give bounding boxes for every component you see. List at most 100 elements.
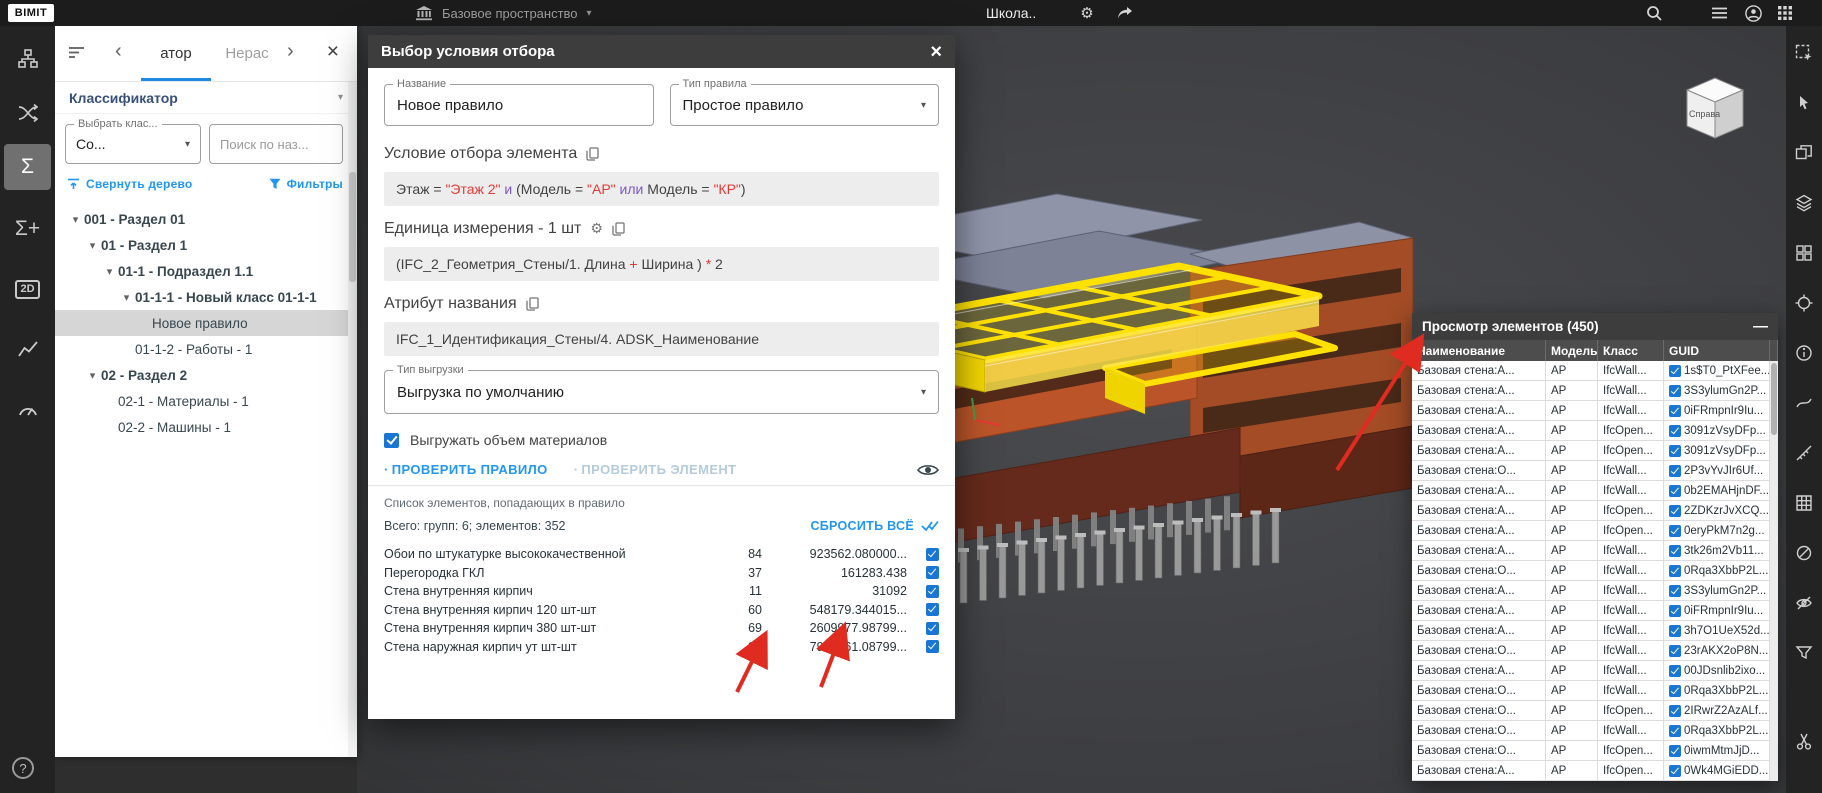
windows-overlap-icon[interactable]: [1789, 138, 1819, 168]
elements-table-row[interactable]: Базовая стена:А...АРIfcOpen...3091zVsyDF…: [1412, 441, 1770, 461]
copy-icon[interactable]: [586, 147, 599, 161]
elements-table-row[interactable]: Базовая стена:О...АРIfcOpen...2IRwrZ2AzA…: [1412, 701, 1770, 721]
rule-type-select[interactable]: Тип правила Простое правило ▾: [670, 84, 940, 126]
row-checkbox-checked[interactable]: [926, 566, 939, 579]
column-guid[interactable]: GUID: [1664, 340, 1770, 361]
elements-table-row[interactable]: Базовая стена:А...АРIfcOpen...0eryPkM7n2…: [1412, 521, 1770, 541]
check-rule-button[interactable]: ПРОВЕРИТЬ ПРАВИЛО: [384, 462, 548, 477]
section-curve-icon[interactable]: [1789, 388, 1819, 418]
elements-table-row[interactable]: Базовая стена:А...АРIfcOpen...3091zVsyDF…: [1412, 421, 1770, 441]
collapse-tree-button[interactable]: Свернуть дерево: [67, 177, 192, 191]
quad-view-icon[interactable]: [1789, 238, 1819, 268]
reset-all-button[interactable]: СБРОСИТЬ ВСЁ: [810, 519, 939, 533]
tree-node[interactable]: ▾01 - Раздел 1: [55, 232, 357, 258]
info-icon[interactable]: [1789, 338, 1819, 368]
elements-table-row[interactable]: Базовая стена:А...АРIfcOpen...0Wk4MGiEDD…: [1412, 761, 1770, 781]
row-checkbox-checked[interactable]: [1669, 385, 1681, 397]
row-checkbox-checked[interactable]: [1669, 705, 1681, 717]
row-checkbox-checked[interactable]: [926, 640, 939, 653]
row-checkbox-checked[interactable]: [1669, 505, 1681, 517]
condition-expression[interactable]: Этаж = "Этаж 2" и (Модель = "АР" или Мод…: [384, 172, 939, 206]
row-checkbox-checked[interactable]: [1669, 545, 1681, 557]
elements-table-row[interactable]: Базовая стена:А...АРIfcOpen...2ZDKzrJvXC…: [1412, 501, 1770, 521]
settings-gear-icon[interactable]: ⚙: [1074, 0, 1100, 26]
elements-table-row[interactable]: Базовая стена:А...АРIfcWall...0iFRmpnIr9…: [1412, 401, 1770, 421]
row-checkbox-checked[interactable]: [1669, 465, 1681, 477]
workspace-bank-icon[interactable]: [415, 6, 433, 21]
apps-grid-icon[interactable]: [1772, 0, 1798, 26]
row-checkbox-checked[interactable]: [1669, 765, 1681, 777]
row-checkbox-checked[interactable]: [1669, 645, 1681, 657]
workspace-selector[interactable]: Базовое пространство: [442, 6, 578, 21]
grid-icon[interactable]: [1789, 488, 1819, 518]
frame-select-icon[interactable]: [1789, 38, 1819, 68]
column-class[interactable]: Класс: [1598, 340, 1664, 361]
row-checkbox-checked[interactable]: [1669, 625, 1681, 637]
tab-scroll-left-icon[interactable]: ‹: [115, 40, 122, 63]
menu-icon[interactable]: [1706, 0, 1732, 26]
hide-circle-icon[interactable]: [1789, 538, 1819, 568]
row-checkbox-checked[interactable]: [1669, 565, 1681, 577]
row-checkbox-checked[interactable]: [1669, 525, 1681, 537]
section-cut-icon[interactable]: [1789, 726, 1819, 756]
chevron-down-icon[interactable]: ▾: [118, 291, 135, 304]
elements-table-row[interactable]: Базовая стена:А...АРIfcWall...1s$T0_PtXF…: [1412, 361, 1770, 381]
rule-name-field[interactable]: Название Новое правило: [384, 84, 654, 126]
close-icon[interactable]: ×: [930, 42, 942, 62]
attribute-expression[interactable]: IFC_1_Идентификация_Стены/4. ADSK_Наимен…: [384, 322, 939, 356]
materials-checkbox-checked[interactable]: [384, 433, 399, 448]
chart-tool-icon[interactable]: [4, 326, 51, 372]
row-checkbox-checked[interactable]: [1669, 725, 1681, 737]
minimize-icon[interactable]: —: [1753, 319, 1768, 334]
elements-table-row[interactable]: Базовая стена:А...АРIfcWall...3h7O1UeX52…: [1412, 621, 1770, 641]
tree-node[interactable]: 02-1 - Материалы - 1: [55, 388, 357, 414]
row-checkbox-checked[interactable]: [926, 622, 939, 635]
copy-icon[interactable]: [526, 297, 539, 311]
chevron-down-icon[interactable]: ▾: [84, 369, 101, 382]
elements-table-row[interactable]: Базовая стена:О...АРIfcWall...2P3vYvJIr6…: [1412, 461, 1770, 481]
measure-icon[interactable]: [1789, 438, 1819, 468]
pointer-icon[interactable]: [1789, 88, 1819, 118]
elements-table-row[interactable]: Базовая стена:О...АРIfcWall...0Rqa3XbbP2…: [1412, 681, 1770, 701]
row-checkbox-checked[interactable]: [1669, 485, 1681, 497]
elements-table-row[interactable]: Базовая стена:А...АРIfcWall...00JDsnlib2…: [1412, 661, 1770, 681]
elements-scrollbar[interactable]: [1770, 361, 1778, 781]
layers-icon[interactable]: [1789, 188, 1819, 218]
eye-off-icon[interactable]: [1789, 588, 1819, 618]
elements-table-row[interactable]: Базовая стена:А...АРIfcWall...0b2EMAHjnD…: [1412, 481, 1770, 501]
row-checkbox-checked[interactable]: [926, 548, 939, 561]
row-checkbox-checked[interactable]: [1669, 665, 1681, 677]
row-checkbox-checked[interactable]: [1669, 605, 1681, 617]
tree-node[interactable]: ▾01-1-1 - Новый класс 01-1-1: [55, 284, 357, 310]
row-checkbox-checked[interactable]: [926, 603, 939, 616]
elements-table-row[interactable]: Базовая стена:О...АРIfcWall...23rAKX2oP8…: [1412, 641, 1770, 661]
filters-button[interactable]: Фильтры: [269, 177, 343, 191]
tree-node[interactable]: 01-1-2 - Работы - 1: [55, 336, 357, 362]
elements-table-row[interactable]: Базовая стена:О...АРIfcWall...0Rqa3XbbP2…: [1412, 561, 1770, 581]
search-icon[interactable]: [1641, 0, 1667, 26]
account-icon[interactable]: [1740, 0, 1766, 26]
relations-tool-icon[interactable]: [4, 90, 51, 136]
plan-2d-tool-icon[interactable]: 2D: [4, 266, 51, 312]
panel-scrollbar[interactable]: [348, 82, 357, 757]
tree-node[interactable]: Новое правило: [55, 310, 357, 336]
row-checkbox-checked[interactable]: [1669, 685, 1681, 697]
panel-close-icon[interactable]: ×: [327, 40, 339, 64]
elements-table-row[interactable]: Базовая стена:А...АРIfcWall...3S3ylumGn2…: [1412, 381, 1770, 401]
row-checkbox-checked[interactable]: [1669, 585, 1681, 597]
row-checkbox-checked[interactable]: [1669, 425, 1681, 437]
search-input[interactable]: [209, 124, 343, 164]
chevron-down-icon[interactable]: ▾: [101, 265, 118, 278]
classifier-dropdown[interactable]: Классификатор ▾: [55, 82, 357, 114]
tree-node[interactable]: ▾001 - Раздел 01: [55, 206, 357, 232]
tab-unallocated[interactable]: Нерас: [215, 26, 279, 81]
column-model[interactable]: Модель: [1546, 340, 1598, 361]
row-checkbox-checked[interactable]: [1669, 445, 1681, 457]
chevron-down-icon[interactable]: ▾: [67, 213, 84, 226]
tree-node[interactable]: 02-2 - Машины - 1: [55, 414, 357, 440]
tab-classifier[interactable]: атор: [145, 26, 207, 81]
chevron-down-icon[interactable]: ▾: [84, 239, 101, 252]
row-checkbox-checked[interactable]: [1669, 405, 1681, 417]
filter-tool-icon[interactable]: [1789, 638, 1819, 668]
elements-table-row[interactable]: Базовая стена:О...АРIfcOpen...0iwmMtmJjD…: [1412, 741, 1770, 761]
